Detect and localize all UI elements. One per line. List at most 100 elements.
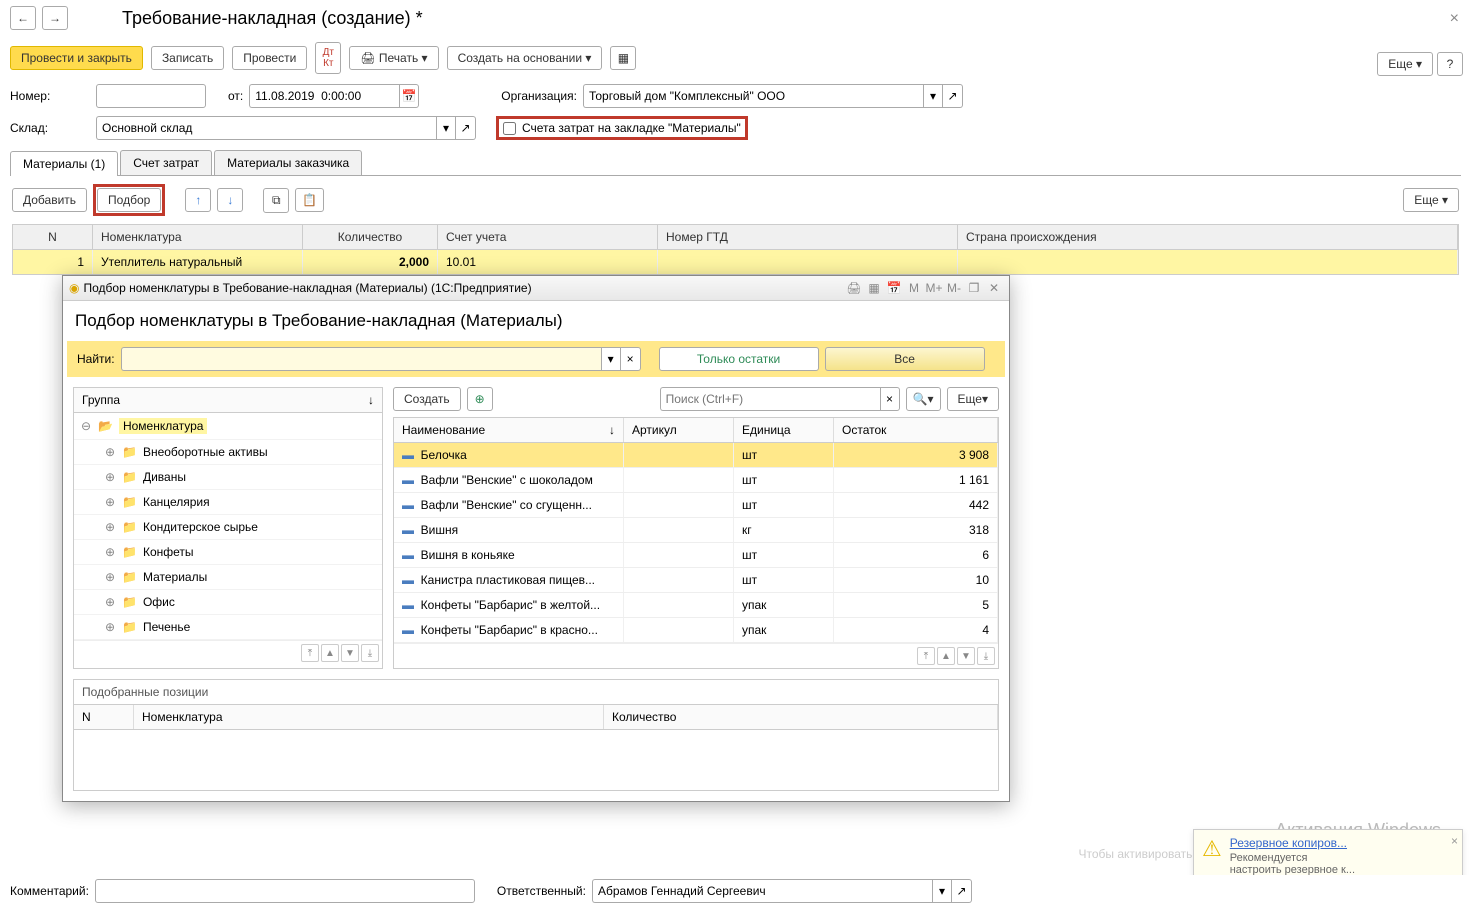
print-button[interactable]: 🖨 Печать ▾ bbox=[349, 46, 438, 70]
date-input[interactable] bbox=[249, 84, 399, 108]
expand-icon[interactable]: ⊕ bbox=[104, 445, 116, 459]
tree-item[interactable]: ⊕📁Офис bbox=[74, 590, 382, 615]
find-input[interactable] bbox=[121, 347, 601, 371]
move-up-button[interactable]: ↑ bbox=[185, 188, 211, 212]
comment-input[interactable] bbox=[95, 879, 475, 903]
col-nomenclature[interactable]: Номенклатура bbox=[93, 225, 303, 249]
col-qty[interactable]: Количество bbox=[303, 225, 438, 249]
list-up-icon[interactable]: ▲ bbox=[937, 647, 955, 665]
tab-cost[interactable]: Счет затрат bbox=[120, 150, 212, 175]
modal-restore-icon[interactable]: ❐ bbox=[965, 279, 983, 297]
org-input[interactable] bbox=[583, 84, 923, 108]
debit-credit-button[interactable]: ДтКт bbox=[315, 42, 341, 74]
warehouse-dropdown-button[interactable]: ▾ bbox=[436, 116, 456, 140]
create-based-button[interactable]: Создать на основании ▾ bbox=[447, 46, 603, 70]
picked-col-n[interactable]: N bbox=[74, 705, 134, 729]
table-row[interactable]: 1 Утеплитель натуральный 2,000 10.01 bbox=[13, 250, 1458, 274]
expand-icon[interactable]: ⊕ bbox=[104, 495, 116, 509]
warehouse-open-button[interactable]: ↗ bbox=[456, 116, 476, 140]
add-button[interactable]: Добавить bbox=[12, 188, 87, 212]
picked-col-qty[interactable]: Количество bbox=[604, 705, 998, 729]
responsible-open[interactable]: ↗ bbox=[952, 879, 972, 903]
tree-last-icon[interactable]: ⤓ bbox=[361, 644, 379, 662]
col-stock[interactable]: Остаток bbox=[834, 418, 998, 442]
only-stock-button[interactable]: Только остатки bbox=[659, 347, 819, 371]
expand-icon[interactable]: ⊕ bbox=[104, 620, 116, 634]
list-row[interactable]: ▬ Вафли "Венские" со сгущенн... шт 442 bbox=[394, 493, 998, 518]
nav-fwd-button[interactable]: → bbox=[42, 6, 68, 30]
pick-button[interactable]: Подбор bbox=[97, 188, 161, 212]
list-last-icon[interactable]: ⤓ bbox=[977, 647, 995, 665]
tree-first-icon[interactable]: ⤒ bbox=[301, 644, 319, 662]
more-button[interactable]: Еще ▾ bbox=[1377, 52, 1433, 76]
org-open-button[interactable]: ↗ bbox=[943, 84, 963, 108]
org-dropdown-button[interactable]: ▾ bbox=[923, 84, 943, 108]
tree-item[interactable]: ⊕📁Материалы bbox=[74, 565, 382, 590]
list-row[interactable]: ▬ Конфеты "Барбарис" в желтой... упак 5 bbox=[394, 593, 998, 618]
notif-close-icon[interactable]: × bbox=[1451, 834, 1458, 848]
sub-more-button[interactable]: Еще ▾ bbox=[1403, 188, 1459, 212]
all-button[interactable]: Все bbox=[825, 347, 985, 371]
nav-back-button[interactable]: ← bbox=[10, 6, 36, 30]
notif-title[interactable]: Резервное копиров... bbox=[1230, 836, 1355, 850]
number-input[interactable] bbox=[96, 84, 206, 108]
calendar-button[interactable]: 📅 bbox=[399, 84, 419, 108]
paste-button[interactable]: 📋 bbox=[295, 188, 324, 212]
responsible-dropdown[interactable]: ▾ bbox=[932, 879, 952, 903]
group-col-header[interactable]: Группа bbox=[82, 393, 120, 407]
list-more-button[interactable]: Еще▾ bbox=[947, 387, 999, 411]
post-and-close-button[interactable]: Провести и закрыть bbox=[10, 46, 143, 70]
search-button[interactable]: 🔍▾ bbox=[906, 387, 941, 411]
warehouse-input[interactable] bbox=[96, 116, 436, 140]
col-account[interactable]: Счет учета bbox=[438, 225, 658, 249]
col-n[interactable]: N bbox=[13, 225, 93, 249]
create-button[interactable]: Создать bbox=[393, 387, 461, 411]
col-gtd[interactable]: Номер ГТД bbox=[658, 225, 958, 249]
expand-icon[interactable]: ⊕ bbox=[104, 570, 116, 584]
tree-item[interactable]: ⊕📁Конфеты bbox=[74, 540, 382, 565]
list-row[interactable]: ▬ Конфеты "Барбарис" в красно... упак 4 bbox=[394, 618, 998, 643]
list-row[interactable]: ▬ Белочка шт 3 908 bbox=[394, 443, 998, 468]
structure-button[interactable]: ▦ bbox=[610, 46, 636, 70]
col-name[interactable]: Наименование↓ bbox=[394, 418, 624, 442]
tree-root[interactable]: ⊖ 📂 Номенклатура bbox=[74, 413, 382, 440]
expand-icon[interactable]: ⊕ bbox=[104, 545, 116, 559]
modal-m-icon[interactable]: M bbox=[905, 279, 923, 297]
sort-icon[interactable]: ↓ bbox=[368, 393, 374, 407]
find-clear-button[interactable]: × bbox=[621, 347, 641, 371]
modal-grid-icon[interactable]: ▦ bbox=[865, 279, 883, 297]
save-button[interactable]: Записать bbox=[151, 46, 224, 70]
list-row[interactable]: ▬ Вишня кг 318 bbox=[394, 518, 998, 543]
picked-col-nom[interactable]: Номенклатура bbox=[134, 705, 604, 729]
modal-cal-icon[interactable]: 📅 bbox=[885, 279, 903, 297]
list-search-clear[interactable]: × bbox=[880, 387, 900, 411]
list-first-icon[interactable]: ⤒ bbox=[917, 647, 935, 665]
modal-print-icon[interactable]: 🖨 bbox=[845, 279, 863, 297]
collapse-icon[interactable]: ⊖ bbox=[80, 419, 92, 433]
responsible-input[interactable] bbox=[592, 879, 932, 903]
col-country[interactable]: Страна происхождения bbox=[958, 225, 1458, 249]
post-button[interactable]: Провести bbox=[232, 46, 307, 70]
modal-mminus-icon[interactable]: M- bbox=[945, 279, 963, 297]
col-unit[interactable]: Единица bbox=[734, 418, 834, 442]
cost-accounts-checkbox[interactable] bbox=[503, 122, 516, 135]
help-button[interactable]: ? bbox=[1437, 52, 1463, 76]
modal-mplus-icon[interactable]: M+ bbox=[925, 279, 943, 297]
tree-item[interactable]: ⊕📁Внеоборотные активы bbox=[74, 440, 382, 465]
create-group-button[interactable]: ⊕ bbox=[467, 387, 493, 411]
list-row[interactable]: ▬ Вафли "Венские" с шоколадом шт 1 161 bbox=[394, 468, 998, 493]
list-row[interactable]: ▬ Канистра пластиковая пищев... шт 10 bbox=[394, 568, 998, 593]
close-icon[interactable]: × bbox=[1450, 10, 1459, 28]
tree-item[interactable]: ⊕📁Печенье bbox=[74, 615, 382, 640]
tree-item[interactable]: ⊕📁Кондитерское сырье bbox=[74, 515, 382, 540]
modal-close-icon[interactable]: ✕ bbox=[985, 279, 1003, 297]
tree-down-icon[interactable]: ▼ bbox=[341, 644, 359, 662]
tab-customer-materials[interactable]: Материалы заказчика bbox=[214, 150, 362, 175]
tab-materials[interactable]: Материалы (1) bbox=[10, 151, 118, 176]
list-search-input[interactable] bbox=[660, 387, 880, 411]
move-down-button[interactable]: ↓ bbox=[217, 188, 243, 212]
copy-button[interactable]: ⧉ bbox=[263, 188, 289, 213]
col-sku[interactable]: Артикул bbox=[624, 418, 734, 442]
tree-up-icon[interactable]: ▲ bbox=[321, 644, 339, 662]
tree-item[interactable]: ⊕📁Диваны bbox=[74, 465, 382, 490]
